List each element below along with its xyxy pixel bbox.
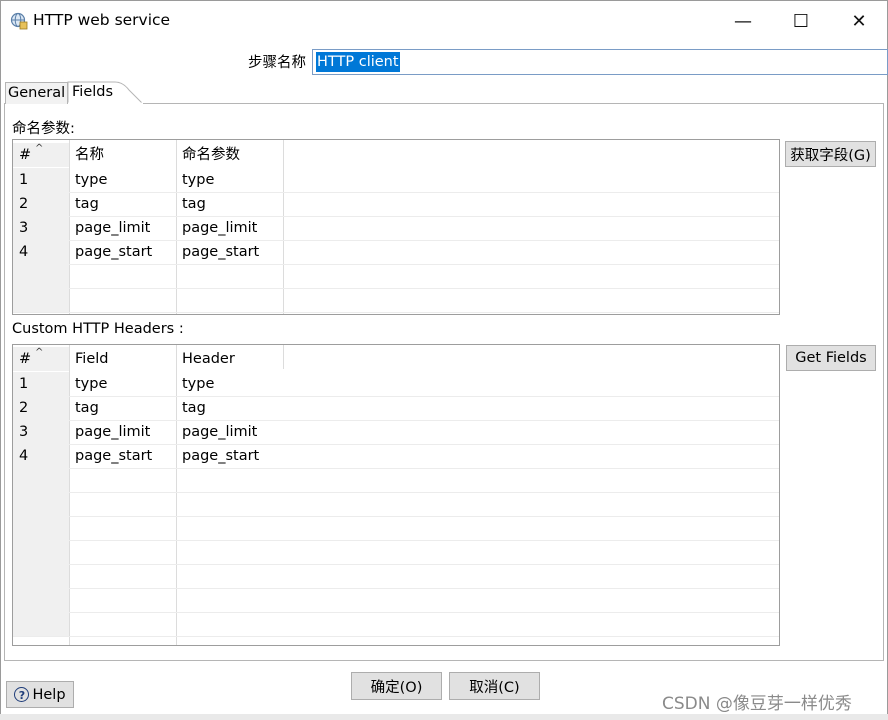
maximize-button[interactable]: ☐ xyxy=(772,0,830,42)
custom-headers-label: Custom HTTP Headers : xyxy=(12,321,184,337)
table-header-row: # ^ Field Header xyxy=(13,347,779,371)
row-number: 3 xyxy=(13,216,69,240)
get-fields-headers-button[interactable]: Get Fields xyxy=(786,345,876,371)
get-fields-label: Get Fields xyxy=(795,350,867,366)
sort-caret-icon: ^ xyxy=(35,143,44,154)
step-name-selected-text: HTTP client xyxy=(316,52,400,72)
cell-param[interactable]: page_start xyxy=(176,240,283,264)
table-row-empty[interactable] xyxy=(13,564,779,589)
cell-name[interactable]: page_limit xyxy=(69,216,176,240)
row-number: 1 xyxy=(13,168,69,192)
table-header-row: # ^ 名称 命名参数 xyxy=(13,143,779,167)
table-row-empty[interactable] xyxy=(13,492,779,517)
table-row-empty[interactable] xyxy=(13,612,779,637)
row-number: 2 xyxy=(13,396,69,420)
close-button[interactable]: ✕ xyxy=(830,0,888,42)
table-row-empty[interactable] xyxy=(13,516,779,541)
cell-field[interactable]: page_limit xyxy=(69,420,176,444)
window-title: HTTP web service xyxy=(33,11,171,29)
cell-header[interactable]: page_start xyxy=(176,444,283,468)
row-number: 3 xyxy=(13,420,69,444)
cell-field[interactable]: type xyxy=(69,372,176,396)
row-number: 4 xyxy=(13,444,69,468)
table-row-empty[interactable] xyxy=(13,288,779,313)
cell-param[interactable]: tag xyxy=(176,192,283,216)
row-number: 2 xyxy=(13,192,69,216)
column-header-field[interactable]: Field xyxy=(69,347,176,371)
sort-caret-icon: ^ xyxy=(35,347,44,358)
help-button[interactable]: ? Help xyxy=(6,681,74,708)
tab-fields[interactable]: Fields xyxy=(72,82,113,103)
table-row[interactable]: 4 page_start page_start xyxy=(13,240,779,265)
table-row-empty[interactable] xyxy=(13,468,779,493)
cell-name[interactable]: tag xyxy=(69,192,176,216)
bottom-strip xyxy=(0,714,888,720)
table-row[interactable]: 3 page_limit page_limit xyxy=(13,420,779,445)
table-row[interactable]: 1 type type xyxy=(13,372,779,397)
cell-field[interactable]: page_start xyxy=(69,444,176,468)
row-number: 1 xyxy=(13,372,69,396)
step-name-label: 步骤名称 xyxy=(248,55,306,71)
cell-name[interactable]: page_start xyxy=(69,240,176,264)
column-header-header[interactable]: Header xyxy=(176,347,283,371)
cell-header[interactable]: type xyxy=(176,372,283,396)
cell-header[interactable]: page_limit xyxy=(176,420,283,444)
tab-general[interactable]: General xyxy=(5,82,69,104)
table-row[interactable]: 3 page_limit page_limit xyxy=(13,216,779,241)
table-row-empty[interactable] xyxy=(13,588,779,613)
table-row-empty[interactable] xyxy=(13,264,779,289)
custom-headers-table[interactable]: # ^ Field Header 1 type type 2 tag tag 3… xyxy=(12,344,780,646)
named-params-label: 命名参数: xyxy=(12,121,75,137)
get-fields-named-button[interactable]: 获取字段(G) xyxy=(785,141,876,167)
cell-param[interactable]: page_limit xyxy=(176,216,283,240)
watermark-text: CSDN @像豆芽一样优秀 xyxy=(662,694,852,714)
table-row[interactable]: 4 page_start page_start xyxy=(13,444,779,469)
ok-button[interactable]: 确定(O) xyxy=(351,672,442,700)
cell-header[interactable]: tag xyxy=(176,396,283,420)
named-params-table[interactable]: # ^ 名称 命名参数 1 type type 2 tag tag 3 page… xyxy=(12,139,780,315)
table-row[interactable]: 2 tag tag xyxy=(13,192,779,217)
row-number: 4 xyxy=(13,240,69,264)
globe-icon xyxy=(10,12,28,30)
help-label: Help xyxy=(32,686,66,703)
column-header-param[interactable]: 命名参数 xyxy=(176,143,283,167)
table-row-empty[interactable] xyxy=(13,540,779,565)
table-row[interactable]: 1 type type xyxy=(13,168,779,193)
cell-name[interactable]: type xyxy=(69,168,176,192)
cell-param[interactable]: type xyxy=(176,168,283,192)
minimize-button[interactable]: — xyxy=(714,0,772,42)
column-header-name[interactable]: 名称 xyxy=(69,143,176,167)
question-mark-icon: ? xyxy=(14,687,30,702)
cell-field[interactable]: tag xyxy=(69,396,176,420)
cancel-button[interactable]: 取消(C) xyxy=(449,672,540,700)
table-row[interactable]: 2 tag tag xyxy=(13,396,779,421)
